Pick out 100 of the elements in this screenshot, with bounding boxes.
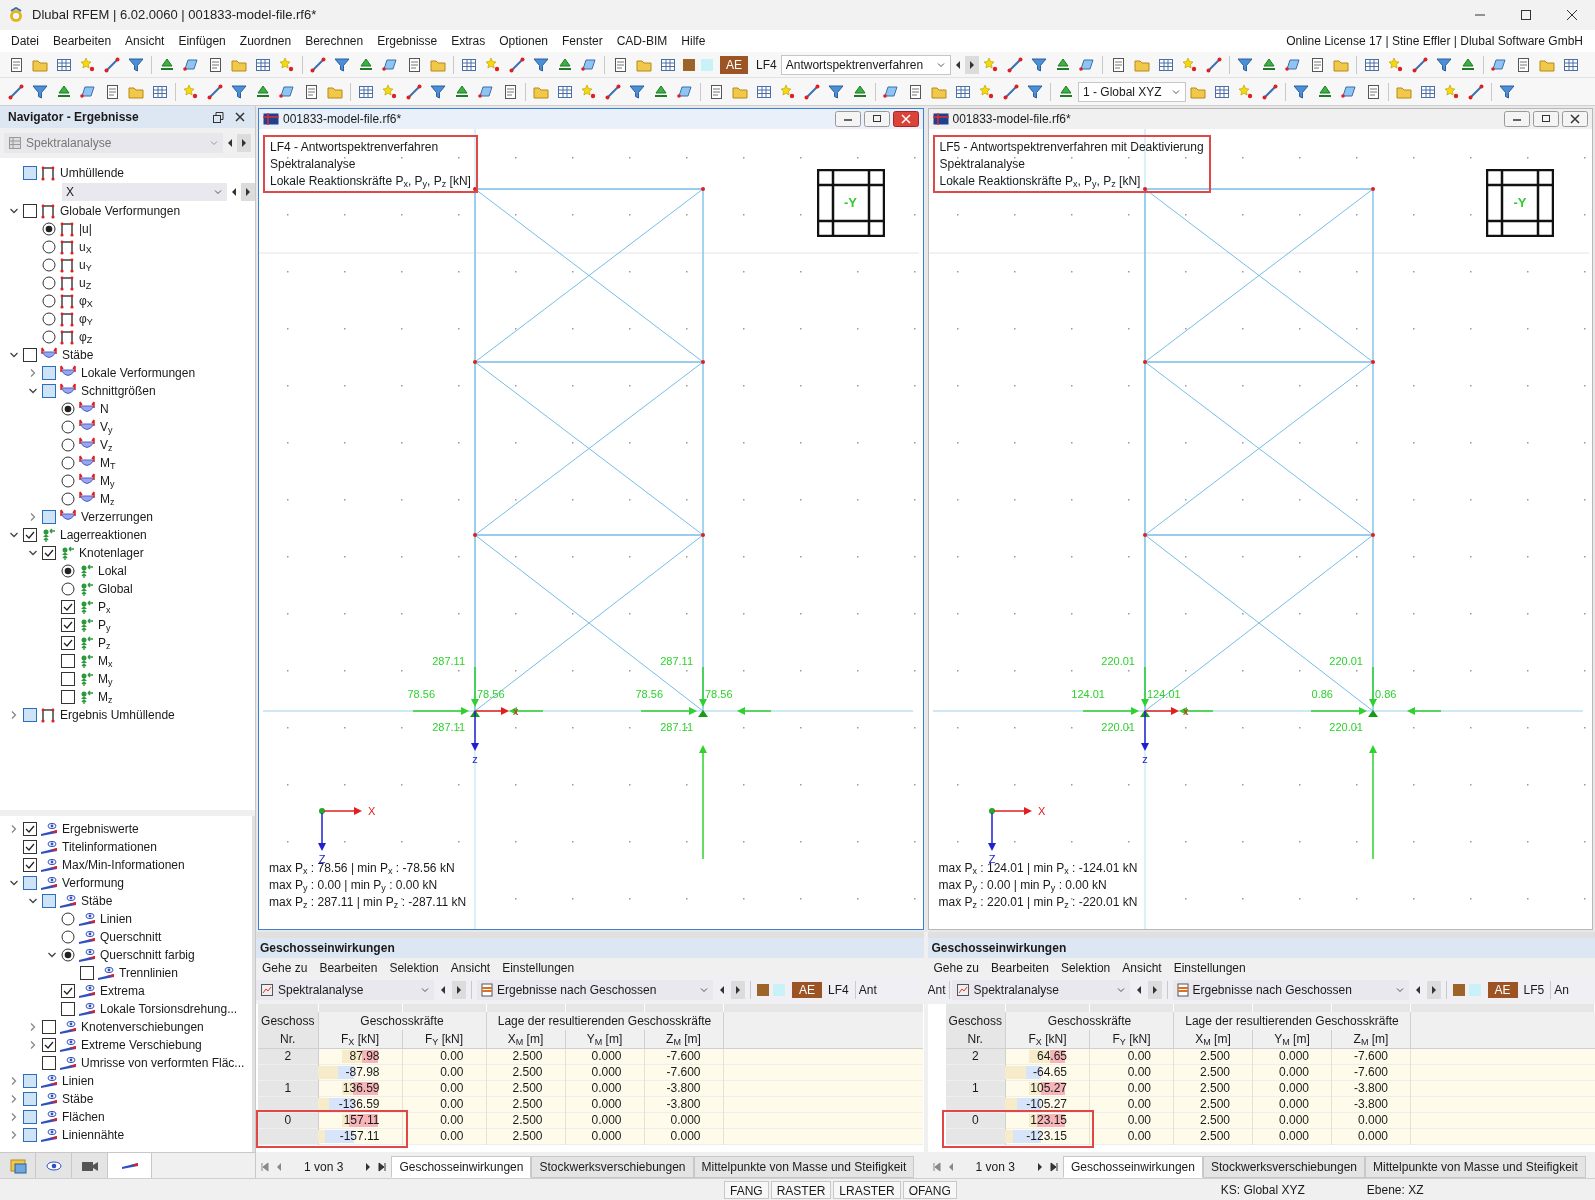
table-icon[interactable] [955, 83, 971, 100]
menu-item[interactable]: Datei [4, 32, 46, 50]
support-icon[interactable] [653, 83, 669, 100]
menu-item[interactable]: Bearbeiten [313, 959, 384, 977]
close-icon[interactable] [233, 110, 247, 124]
funnel-icon[interactable] [1030, 56, 1047, 73]
radio-button[interactable] [42, 240, 56, 254]
checkbox[interactable] [42, 1020, 56, 1034]
table-icon[interactable] [461, 56, 477, 73]
menu-item[interactable]: Bearbeiten [46, 32, 119, 50]
checkbox[interactable] [42, 384, 56, 398]
collapse-chevron-icon[interactable] [27, 548, 38, 558]
node-star-icon[interactable] [1387, 56, 1404, 73]
support-icon[interactable] [159, 56, 175, 73]
tree-item-label[interactable]: V$_{z}$ [100, 436, 113, 454]
collapse-chevron-icon[interactable] [8, 878, 19, 888]
status-toggle[interactable]: FANG [724, 1180, 769, 1199]
checkbox[interactable] [61, 1002, 75, 1016]
tree-item-label[interactable]: Lokal [98, 562, 127, 580]
node-star-icon[interactable] [1444, 83, 1460, 100]
document-icon[interactable] [207, 56, 223, 73]
tree-item-label[interactable]: φ$_{X}$ [79, 292, 93, 310]
tree-item-label[interactable]: M$_{x}$ [98, 652, 113, 670]
checkbox[interactable] [80, 966, 94, 980]
tree-item-label[interactable]: |u| [79, 220, 92, 238]
last-page-icon[interactable] [1048, 1162, 1059, 1172]
funnel-icon[interactable] [430, 83, 446, 100]
surface-icon[interactable] [183, 56, 199, 73]
sheet-tab[interactable]: Stockwerksverschiebungen [531, 1156, 694, 1178]
checkbox[interactable] [23, 1074, 37, 1088]
tree-item-label[interactable]: P$_{x}$ [98, 598, 111, 616]
funnel-icon[interactable] [828, 83, 844, 100]
checkbox[interactable] [23, 876, 37, 890]
tree-item-label[interactable]: Stäbe [62, 1090, 94, 1108]
funnel-icon[interactable] [533, 56, 549, 73]
radio-button[interactable] [61, 948, 75, 962]
node-star-icon[interactable] [183, 83, 199, 100]
maximize-icon[interactable] [1533, 111, 1559, 127]
navigator-tab[interactable] [0, 1153, 36, 1178]
node-star-icon[interactable] [1181, 56, 1198, 73]
checkbox[interactable] [61, 618, 75, 632]
checkbox[interactable] [23, 166, 37, 180]
node-star-icon[interactable] [1238, 83, 1254, 100]
surface-icon[interactable] [279, 83, 295, 100]
collapse-chevron-icon[interactable] [8, 350, 19, 360]
collapse-chevron-icon[interactable] [8, 206, 19, 216]
radio-button[interactable] [61, 474, 75, 488]
table-icon[interactable] [1363, 56, 1380, 73]
support-icon[interactable] [358, 56, 374, 73]
close-icon[interactable] [892, 111, 919, 127]
collapse-chevron-icon[interactable] [27, 386, 38, 396]
tree-item-label[interactable]: u$_{X}$ [79, 238, 92, 256]
checkbox[interactable] [42, 894, 56, 908]
menu-item[interactable]: Gehe zu [927, 959, 985, 977]
node-star-icon[interactable] [982, 56, 999, 73]
menu-item[interactable]: Extras [444, 32, 493, 50]
member-line-icon[interactable] [804, 83, 820, 100]
document-icon[interactable] [406, 56, 422, 73]
radio-button[interactable] [42, 330, 56, 344]
funnel-icon[interactable] [334, 56, 350, 73]
menu-item[interactable]: Selektion [383, 959, 445, 977]
checkbox[interactable] [23, 1128, 37, 1142]
tree-item-label[interactable]: Schnittgrößen [81, 382, 156, 400]
member-line-icon[interactable] [509, 56, 525, 73]
tree-item-label[interactable]: φ$_{Y}$ [79, 310, 93, 328]
tree-item-label[interactable]: Extreme Verschiebung [81, 1036, 202, 1054]
tree-item-label[interactable]: Globale Verformungen [60, 202, 181, 220]
tree-item-label[interactable]: M$_{z}$ [98, 688, 113, 706]
collapse-chevron-icon[interactable] [46, 950, 57, 960]
sheet-tab[interactable]: Stockwerksverschiebungen [1202, 1156, 1366, 1178]
checkbox[interactable] [42, 1038, 56, 1052]
tree-item-label[interactable]: Umhüllende [60, 164, 125, 182]
radio-button[interactable] [42, 294, 56, 308]
tree-item-label[interactable]: Umrisse von verformten Fläc... [81, 1054, 245, 1072]
radio-button[interactable] [42, 276, 56, 290]
tree-item-label[interactable]: Knotenlager [79, 544, 144, 562]
checkbox[interactable] [23, 708, 37, 722]
tree-item-label[interactable]: Linien [100, 910, 133, 928]
tree-item-label[interactable]: M$_{z}$ [100, 490, 115, 508]
support-icon[interactable] [1317, 83, 1333, 100]
radio-button[interactable] [42, 312, 56, 326]
table-dropdown[interactable]: Ergebnisse nach Geschossen [1172, 980, 1409, 1000]
member-line-icon[interactable] [207, 83, 223, 100]
tree-item-label[interactable]: Lagerreaktionen [60, 526, 147, 544]
tree-item-label[interactable]: V$_{y}$ [100, 418, 113, 436]
member-line-icon[interactable] [310, 56, 326, 73]
funnel-icon[interactable] [629, 83, 645, 100]
tree-item-label[interactable]: Trennlinien [119, 964, 178, 982]
support-icon[interactable] [852, 83, 868, 100]
surface-icon[interactable] [382, 56, 398, 73]
radio-button[interactable] [61, 492, 75, 506]
radio-button[interactable] [61, 456, 75, 470]
menu-item[interactable]: Einfügen [171, 32, 233, 50]
surface-icon[interactable] [1341, 83, 1357, 100]
tree-item-label[interactable]: M$_{y}$ [100, 472, 115, 490]
menu-item[interactable]: Einstellungen [1167, 959, 1252, 977]
member-line-icon[interactable] [8, 83, 24, 100]
checkbox[interactable] [42, 510, 56, 524]
node-star-icon[interactable] [279, 56, 295, 73]
surface-icon[interactable] [1284, 56, 1301, 73]
